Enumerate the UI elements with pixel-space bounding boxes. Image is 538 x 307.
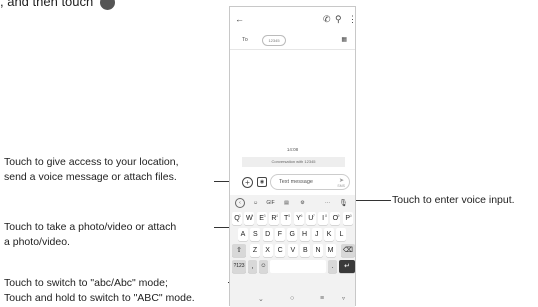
annotation-attach-line2: send a voice message or attach files. — [4, 171, 177, 183]
comma-key[interactable]: , — [248, 260, 257, 273]
annotation-photo-line2: a photo/video. — [4, 236, 70, 248]
key-e[interactable]: E3 — [256, 212, 267, 225]
more-icon[interactable]: ··· — [322, 198, 333, 209]
symbols-key[interactable]: ?123 — [232, 260, 246, 273]
timestamp: 14:08 — [286, 147, 299, 152]
gif-button[interactable]: GIF — [265, 198, 276, 209]
camera-icon[interactable]: ◉ — [257, 177, 267, 187]
key-r[interactable]: R4 — [268, 212, 279, 225]
key-secondary-label: 6 — [300, 214, 303, 218]
clipboard-icon[interactable]: ▤ — [281, 198, 292, 209]
key-x[interactable]: X — [262, 244, 273, 257]
key-w[interactable]: W2 — [244, 212, 255, 225]
conversation-notice: Conversation with 12345 — [242, 157, 345, 167]
key-f[interactable]: F — [274, 228, 285, 241]
key-secondary-label: 3 — [263, 214, 266, 218]
mic-icon[interactable]: 🎙 — [338, 198, 349, 209]
key-z[interactable]: Z — [250, 244, 260, 257]
nav-home-icon[interactable]: ○ — [290, 295, 294, 302]
phone-screen: ← ✆ ⚲ ⋮ To 12345 ▦ 14:08 Conversation wi… — [229, 6, 357, 307]
key-secondary-label: 0 — [349, 214, 352, 218]
annotation-attach-line1: Touch to give access to your location, — [4, 156, 179, 168]
messaging-app-icon — [99, 0, 115, 11]
recipient-row: To 12345 ▦ — [230, 33, 355, 50]
emoji-icon[interactable]: ☺ — [259, 260, 268, 273]
key-secondary-label: 1 — [239, 214, 241, 218]
key-secondary-label: 9 — [337, 214, 340, 218]
message-input[interactable]: Text message ➤ SMS — [270, 174, 350, 190]
annotation-abc: Touch to switch to "abc/Abc" mode; Touch… — [4, 276, 229, 306]
to-label: To — [242, 37, 248, 43]
key-a[interactable]: A — [238, 228, 248, 241]
recipient-chip[interactable]: 12345 — [262, 35, 286, 46]
intro-text-label: , and then touch — [0, 0, 94, 9]
annotation-photo: Touch to take a photo/video or attach a … — [4, 220, 214, 250]
key-y[interactable]: Y6 — [293, 212, 304, 225]
annotation-voice-label: Touch to enter voice input. — [392, 194, 515, 206]
sms-label: SMS — [337, 184, 345, 188]
key-g[interactable]: G — [287, 228, 298, 241]
gear-icon[interactable]: ⚙ — [297, 198, 308, 209]
nav-back-icon[interactable]: ⌄ — [258, 295, 264, 303]
key-u[interactable]: U7 — [305, 212, 316, 225]
key-q[interactable]: Q1 — [232, 212, 242, 225]
period-key[interactable]: . — [328, 260, 337, 273]
key-d[interactable]: D — [262, 228, 273, 241]
key-m[interactable]: M — [325, 244, 336, 257]
key-j[interactable]: J — [311, 228, 322, 241]
key-secondary-label: 2 — [251, 214, 254, 218]
keyboard-toolbar: ‹ ☺ GIF ▤ ⚙ ··· 🎙 — [230, 197, 355, 210]
key-o[interactable]: O9 — [330, 212, 341, 225]
key-row-3: ⇧ ⌫ ZXCVBNM — [230, 243, 355, 259]
key-c[interactable]: C — [275, 244, 286, 257]
space-key[interactable] — [270, 260, 326, 273]
chevron-left-icon[interactable]: ‹ — [235, 198, 245, 208]
key-label: I — [322, 215, 325, 222]
key-s[interactable]: S — [250, 228, 261, 241]
key-secondary-label: 5 — [288, 214, 291, 218]
annotation-voice: Touch to enter voice input. — [392, 193, 538, 208]
key-k[interactable]: K — [324, 228, 335, 241]
key-v[interactable]: V — [287, 244, 298, 257]
key-i[interactable]: I8 — [318, 212, 329, 225]
phone-icon[interactable]: ✆ — [323, 14, 331, 24]
annotation-abc-line2: Touch and hold to switch to "ABC" mode. — [4, 292, 195, 304]
arrow-left-icon[interactable]: ← — [235, 14, 244, 24]
search-icon[interactable]: ⚲ — [335, 14, 342, 24]
key-row-4: ?123 , ☺ . ↵ — [230, 259, 355, 275]
sticker-icon[interactable]: ☺ — [250, 198, 261, 209]
backspace-icon[interactable]: ⌫ — [341, 244, 355, 257]
key-secondary-label: 8 — [325, 214, 328, 218]
nav-recents-icon[interactable]: ≡ — [320, 295, 324, 302]
key-p[interactable]: P0 — [342, 212, 353, 225]
key-h[interactable]: H — [299, 228, 310, 241]
contacts-icon[interactable]: ▦ — [341, 36, 347, 43]
annotation-abc-line1: Touch to switch to "abc/Abc" mode; — [4, 277, 168, 289]
more-vert-icon[interactable]: ⋮ — [348, 14, 357, 24]
annotation-attach: Touch to give access to your location, s… — [4, 155, 214, 185]
app-bar: ← ✆ ⚲ ⋮ — [230, 7, 357, 31]
intro-text: , and then touch — [0, 0, 115, 11]
shift-key[interactable]: ⇧ — [232, 244, 246, 257]
system-nav-bar: ⌄ ○ ≡ ▿ — [230, 293, 355, 307]
key-secondary-label: 4 — [275, 214, 278, 218]
key-row-1: Q1W2E3R4T5Y6U7I8O9P0 — [230, 211, 355, 227]
key-l[interactable]: L — [336, 228, 347, 241]
compose-bar: + ◉ Text message ➤ SMS — [230, 173, 355, 191]
send-icon[interactable]: ➤ — [339, 177, 344, 184]
keyboard-switch-icon[interactable]: ▿ — [342, 295, 345, 302]
key-n[interactable]: N — [313, 244, 323, 257]
enter-icon[interactable]: ↵ — [339, 260, 355, 273]
plus-icon[interactable]: + — [242, 177, 253, 188]
key-row-2: ASDFGHJKL — [230, 227, 355, 243]
annotation-photo-line1: Touch to take a photo/video or attach — [4, 221, 177, 233]
message-placeholder: Text message — [279, 179, 313, 185]
key-b[interactable]: B — [300, 244, 311, 257]
key-secondary-label: 7 — [312, 214, 315, 218]
key-t[interactable]: T5 — [281, 212, 292, 225]
keyboard: ‹ ☺ GIF ▤ ⚙ ··· 🎙 Q1W2E3R4T5Y6U7I8O9P0 A… — [230, 195, 355, 293]
